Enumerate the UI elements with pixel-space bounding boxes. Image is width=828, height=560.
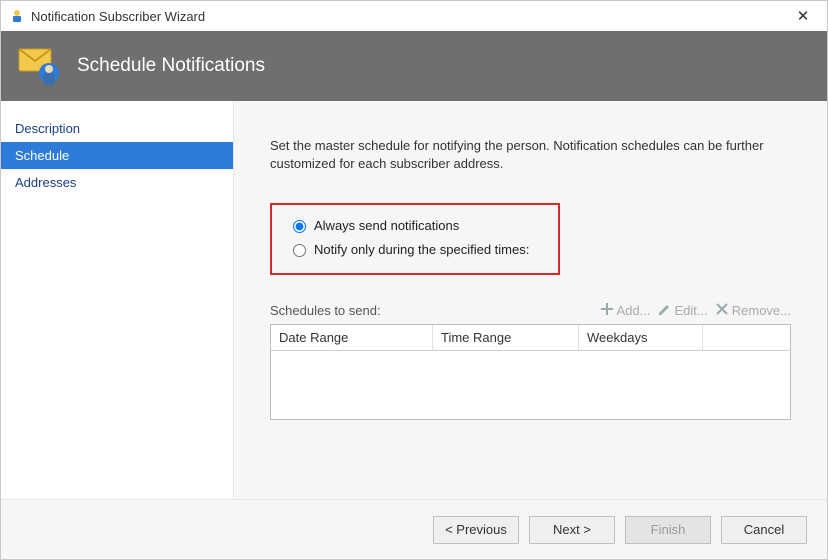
sidebar-item-label: Description [15,121,80,136]
cancel-button[interactable]: Cancel [721,516,807,544]
sidebar: Description Schedule Addresses [1,101,234,499]
schedules-toolbar: Add... Edit... Remove... [599,301,791,320]
window-title: Notification Subscriber Wizard [31,9,787,24]
title-bar: Notification Subscriber Wizard ✕ [1,1,827,31]
schedules-label: Schedules to send: [270,303,599,318]
radio-specified[interactable]: Notify only during the specified times: [288,237,542,261]
radio-always-label: Always send notifications [314,218,459,233]
footer: < Previous Next > Finish Cancel [1,499,827,559]
radio-always[interactable]: Always send notifications [288,213,542,237]
sidebar-item-label: Schedule [15,148,69,163]
close-button[interactable]: ✕ [787,7,819,25]
x-icon [714,301,730,320]
edit-label: Edit... [675,303,708,318]
remove-button[interactable]: Remove... [714,301,791,320]
main-area: Description Schedule Addresses Set the m… [1,101,827,499]
schedule-mode-group: Always send notifications Notify only du… [270,203,560,275]
sidebar-item-label: Addresses [15,175,76,190]
schedules-table: Date Range Time Range Weekdays [270,324,791,420]
col-date-range[interactable]: Date Range [271,325,433,350]
radio-specified-input[interactable] [293,244,306,257]
sidebar-item-schedule[interactable]: Schedule [1,142,233,169]
sidebar-item-description[interactable]: Description [1,115,233,142]
table-header-row: Date Range Time Range Weekdays [271,325,790,351]
finish-button[interactable]: Finish [625,516,711,544]
radio-always-input[interactable] [293,220,306,233]
col-time-range[interactable]: Time Range [433,325,579,350]
edit-button[interactable]: Edit... [657,301,708,320]
banner: Schedule Notifications [1,31,827,101]
schedules-header: Schedules to send: Add... Edit... [270,301,791,320]
sidebar-item-addresses[interactable]: Addresses [1,169,233,196]
add-button[interactable]: Add... [599,301,651,320]
previous-button[interactable]: < Previous [433,516,519,544]
remove-label: Remove... [732,303,791,318]
add-label: Add... [617,303,651,318]
content-panel: Set the master schedule for notifying th… [234,101,827,499]
col-weekdays[interactable]: Weekdays [579,325,703,350]
next-button[interactable]: Next > [529,516,615,544]
banner-icon [17,43,63,89]
banner-title: Schedule Notifications [77,55,265,77]
radio-specified-label: Notify only during the specified times: [314,242,529,257]
intro-text: Set the master schedule for notifying th… [270,137,791,173]
plus-icon [599,301,615,320]
app-icon [9,8,25,24]
col-spacer [703,325,790,350]
pencil-icon [657,301,673,320]
